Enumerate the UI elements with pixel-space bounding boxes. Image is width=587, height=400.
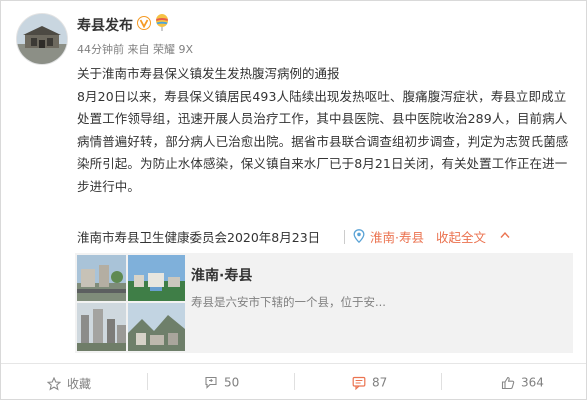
post-source: 淮南市寿县卫生健康委员会2020年8月23日	[77, 230, 321, 245]
location-photo-3	[77, 303, 126, 351]
like-button[interactable]: 364	[501, 375, 544, 390]
post-content: 关于淮南市寿县保义镇发生发热腹泻病例的通报 8月20日以来，寿县保义镇居民493…	[77, 63, 575, 198]
location-photo-2	[128, 255, 185, 301]
action-bar-divider	[1, 363, 586, 364]
comment-icon	[352, 376, 366, 390]
weibo-post-card: 寿县发布 44分钟前 来自 荣耀 9X 关于淮南市寿县保义镇发生发热腹泻病例的通…	[0, 0, 587, 400]
location-photo-1	[77, 255, 126, 301]
verified-v-icon	[137, 16, 151, 30]
favorite-button[interactable]: 收藏	[46, 375, 92, 392]
favorite-label: 收藏	[67, 377, 92, 391]
repost-icon	[205, 376, 217, 389]
like-count: 364	[521, 375, 544, 390]
divider	[344, 230, 345, 244]
chevron-up-icon[interactable]	[500, 231, 510, 239]
comment-count: 87	[372, 375, 388, 390]
location-card-title[interactable]: 淮南·寿县	[191, 265, 252, 285]
action-separator	[441, 373, 442, 390]
action-separator	[294, 373, 295, 390]
avatar[interactable]	[16, 13, 68, 65]
action-separator	[147, 373, 148, 390]
thumbs-up-icon	[501, 376, 515, 389]
comment-button[interactable]: 87	[352, 375, 387, 390]
hot-balloon-icon	[156, 14, 168, 31]
post-body: 8月20日以来，寿县保义镇居民493人陆续出现发热呕吐、腹痛腹泻症状，寿县立即成…	[77, 88, 569, 194]
repost-button[interactable]: 50	[204, 375, 239, 390]
post-title: 关于淮南市寿县保义镇发生发热腹泻病例的通报	[77, 66, 340, 81]
repost-count: 50	[224, 375, 240, 390]
location-photo-4	[128, 303, 185, 351]
location-pin-icon	[353, 229, 365, 243]
account-name[interactable]: 寿县发布	[77, 15, 133, 35]
location-link[interactable]: 淮南·寿县	[370, 227, 424, 246]
star-icon	[46, 376, 62, 391]
collapse-button[interactable]: 收起全文	[436, 227, 486, 246]
post-meta: 44分钟前 来自 荣耀 9X	[77, 43, 194, 56]
location-card-description: 寿县是六安市下辖的一个县，位于安...	[191, 295, 386, 309]
